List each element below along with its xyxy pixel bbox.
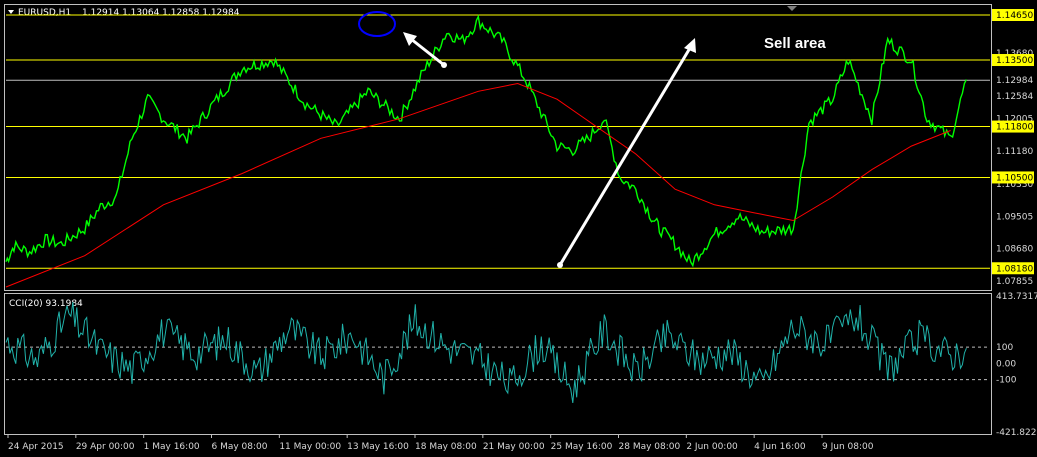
chart-menu-icon[interactable] <box>8 10 14 14</box>
time-tick-label: 2 Jun 00:00 <box>686 442 738 452</box>
time-tick-label: 24 Apr 2015 <box>8 442 64 452</box>
price-tick-label: 1.09505 <box>996 212 1033 222</box>
sell-area-annotation: Sell area <box>764 35 826 52</box>
cci-tick-label: -421.8225 <box>996 428 1037 438</box>
symbol-label: EURUSD,H1 <box>18 8 71 18</box>
top-marker-ellipse <box>358 11 396 37</box>
cci-tick-label: 0.00 <box>996 359 1016 369</box>
time-tick-label: 28 May 08:00 <box>619 442 681 452</box>
ma-series-line <box>5 82 951 288</box>
price-panel-frame <box>4 4 992 291</box>
price-layer: 1.136801.125841.120051.111801.103301.095… <box>5 9 1034 288</box>
white-arrow-short <box>403 32 447 68</box>
white-arrow-long <box>557 38 696 268</box>
scroll-marker-icon <box>787 6 797 11</box>
time-tick-label: 9 Jun 08:00 <box>822 442 874 452</box>
cci-panel-frame <box>4 293 992 435</box>
level-tag-label: 1.11800 <box>996 123 1033 133</box>
time-tick-label: 6 May 08:00 <box>212 442 268 452</box>
price-tick-label: 1.08680 <box>996 245 1033 255</box>
price-tick-label: 1.12584 <box>996 92 1033 102</box>
time-tick-label: 29 Apr 00:00 <box>76 442 135 452</box>
price-series-line <box>5 14 968 268</box>
price-tick-label: 1.07855 <box>996 277 1033 287</box>
chart-window: EURUSD,H1 1.12914 1.13064 1.12858 1.1298… <box>0 0 1037 457</box>
level-tag-label: 1.14650 <box>996 11 1033 21</box>
time-tick-label: 21 May 00:00 <box>483 442 545 452</box>
time-tick-label: 11 May 00:00 <box>279 442 341 452</box>
cci-layer: CCI(20) 93.1984413.73171000.00-100-421.8… <box>5 292 1037 438</box>
time-tick-label: 18 May 08:00 <box>415 442 477 452</box>
chart-canvas: EURUSD,H1 1.12914 1.13064 1.12858 1.1298… <box>4 4 1037 452</box>
time-tick-label: 13 May 16:00 <box>347 442 409 452</box>
last-price-label: 1.12984 <box>996 76 1033 86</box>
cci-tick-label: 413.7317 <box>996 292 1037 302</box>
time-tick-label: 4 Jun 16:00 <box>754 442 806 452</box>
level-tag-label: 1.13500 <box>996 56 1033 66</box>
cci-tick-label: 100 <box>996 343 1013 353</box>
quote-values: 1.12914 1.13064 1.12858 1.12984 <box>82 8 240 18</box>
time-tick-label: 1 May 16:00 <box>144 442 200 452</box>
level-tag-label: 1.08180 <box>996 264 1033 274</box>
cci-series-line <box>5 302 967 403</box>
price-tick-label: 1.11180 <box>996 147 1033 157</box>
time-axis: 24 Apr 2015 29 Apr 00:00 1 May 16:00 6 May … <box>7 434 874 452</box>
time-tick-label: 25 May 16:00 <box>551 442 613 452</box>
level-tag-label: 1.10500 <box>996 173 1033 183</box>
cci-tick-label: -100 <box>996 376 1017 386</box>
